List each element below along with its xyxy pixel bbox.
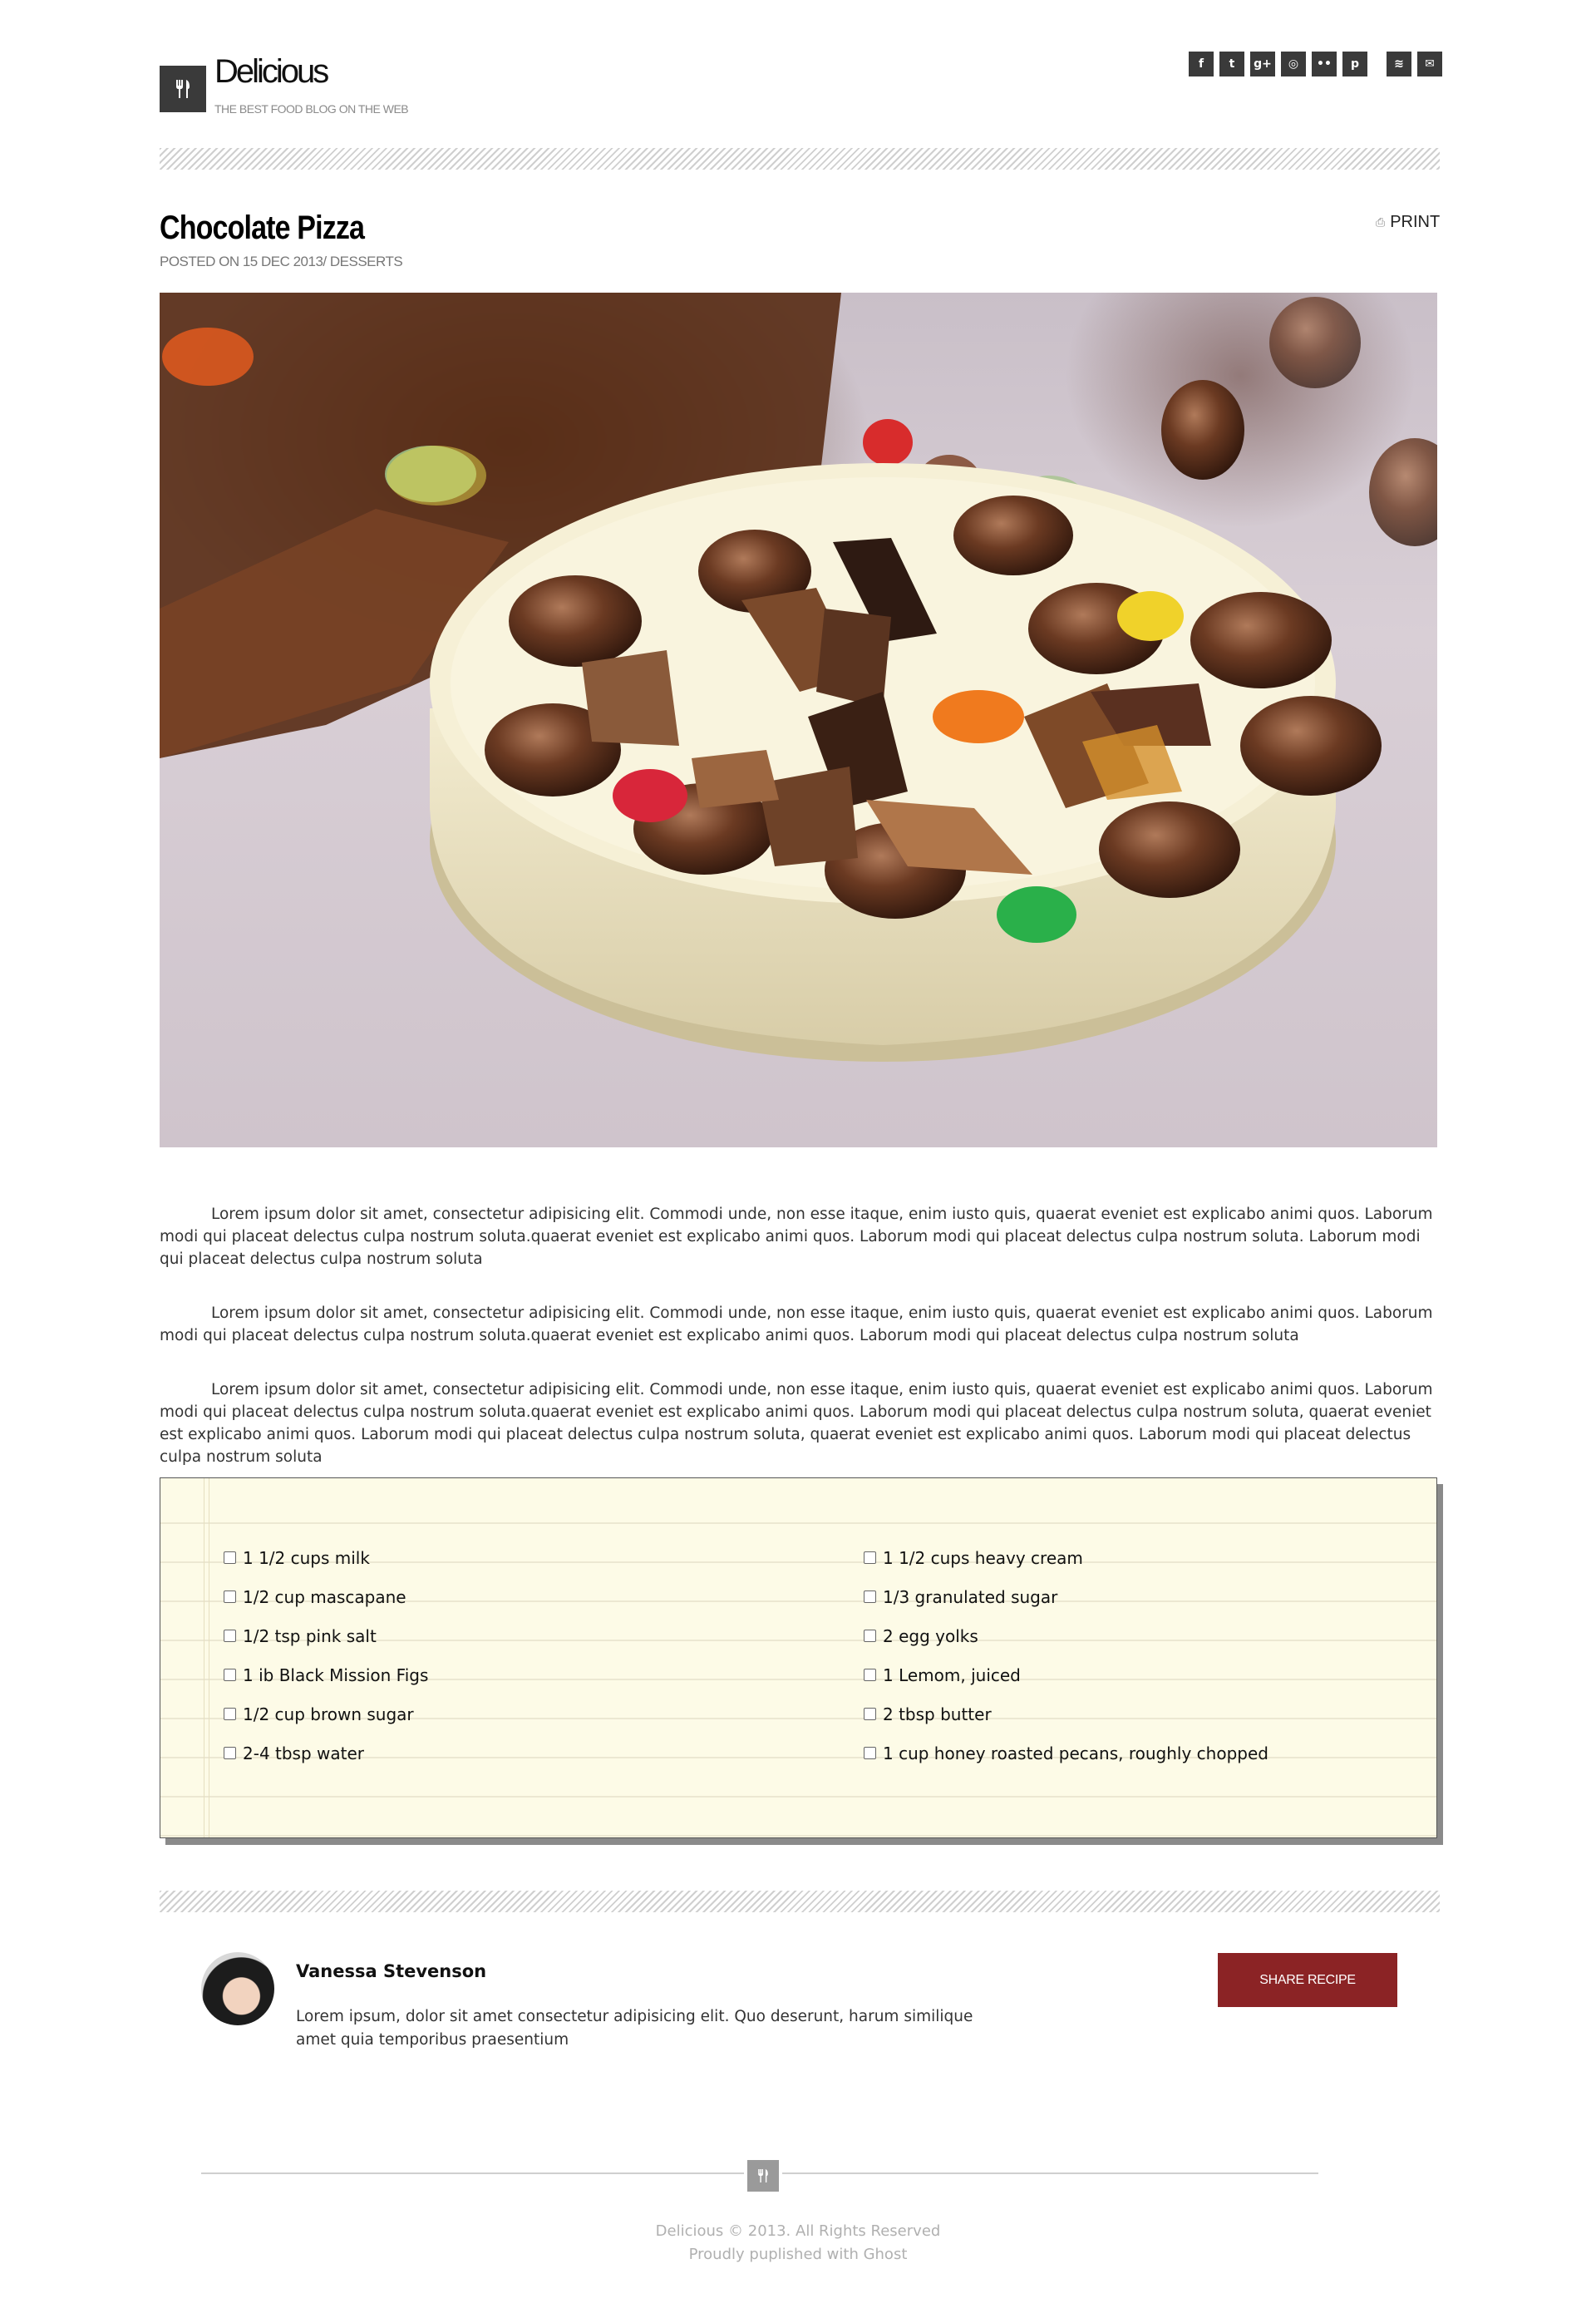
ingredient-item[interactable]: 2 egg yolks xyxy=(864,1616,1268,1655)
google-plus-icon[interactable]: g+ xyxy=(1250,52,1275,76)
post-meta: POSTED ON 15 DEC 2013/ DESSERTS xyxy=(160,254,403,269)
ingredient-label: 1/2 tsp pink salt xyxy=(243,1625,377,1646)
checkbox[interactable] xyxy=(224,1551,236,1564)
ingredients-left-column: 1 1/2 cups milk 1/2 cup mascapane 1/2 ts… xyxy=(224,1538,428,1773)
site-tagline: THE BEST FOOD BLOG ON THE WEB xyxy=(214,102,409,116)
ingredient-item[interactable]: 1 ib Black Mission Figs xyxy=(224,1655,428,1694)
post-paragraph: Lorem ipsum dolor sit amet, consectetur … xyxy=(160,1304,1433,1344)
post-title: Chocolate Pizza xyxy=(160,210,365,246)
ingredient-label: 1 1/2 cups heavy cream xyxy=(883,1547,1083,1568)
footer-copyright: Delicious © 2013. All Rights Reserved xyxy=(655,2222,941,2240)
ingredient-label: 1/2 cup brown sugar xyxy=(243,1704,414,1724)
ingredient-label: 1/2 cup mascapane xyxy=(243,1586,406,1607)
avatar xyxy=(201,1952,274,2025)
utensils-icon xyxy=(758,2169,768,2182)
checkbox[interactable] xyxy=(224,1630,236,1642)
author-name: Vanessa Stevenson xyxy=(296,1961,487,1981)
notepad-margin xyxy=(204,1478,209,1837)
rss-icon[interactable]: ≋ xyxy=(1387,52,1411,76)
ingredient-label: 1 1/2 cups milk xyxy=(243,1547,370,1568)
post-paragraph: Lorem ipsum dolor sit amet, consectetur … xyxy=(160,1206,1433,1268)
ingredient-label: 1/3 granulated sugar xyxy=(883,1586,1058,1607)
printer-icon: ⎙ xyxy=(1376,215,1386,229)
pinterest-icon[interactable]: p xyxy=(1342,52,1367,76)
header-divider xyxy=(160,148,1440,170)
ingredient-label: 1 cup honey roasted pecans, roughly chop… xyxy=(883,1743,1268,1763)
chocolate-pizza-photo xyxy=(160,293,1437,1062)
ingredient-label: 2-4 tbsp water xyxy=(243,1743,365,1763)
checkbox[interactable] xyxy=(224,1590,236,1603)
ingredient-item[interactable]: 1 cup honey roasted pecans, roughly chop… xyxy=(864,1734,1268,1773)
post-paragraph: Lorem ipsum dolor sit amet, consectetur … xyxy=(160,1381,1433,1466)
checkbox[interactable] xyxy=(864,1669,876,1681)
checkbox[interactable] xyxy=(224,1708,236,1720)
social-spacer xyxy=(1373,52,1387,76)
twitter-icon[interactable]: t xyxy=(1219,52,1244,76)
ingredients-right-column: 1 1/2 cups heavy cream 1/3 granulated su… xyxy=(864,1538,1268,1773)
checkbox[interactable] xyxy=(864,1590,876,1603)
site-logo[interactable] xyxy=(160,66,206,112)
checkbox[interactable] xyxy=(864,1708,876,1720)
share-recipe-button[interactable]: SHARE RECIPE xyxy=(1218,1953,1397,2007)
content-divider xyxy=(160,1891,1440,1912)
ingredient-item[interactable]: 1/2 cup mascapane xyxy=(224,1577,428,1616)
footer-credit: Proudly puplished with Ghost xyxy=(688,2246,908,2263)
flickr-icon[interactable]: •• xyxy=(1312,52,1337,76)
facebook-icon[interactable]: f xyxy=(1189,52,1214,76)
checkbox[interactable] xyxy=(224,1669,236,1681)
checkbox[interactable] xyxy=(864,1630,876,1642)
site-title[interactable]: Delicious xyxy=(214,53,329,91)
author-bio: Lorem ipsum, dolor sit amet consectetur … xyxy=(296,2008,973,2049)
ingredient-item[interactable]: 1/2 tsp pink salt xyxy=(224,1616,428,1655)
instagram-icon[interactable]: ◎ xyxy=(1281,52,1306,76)
ingredient-label: 1 ib Black Mission Figs xyxy=(243,1664,429,1685)
ingredient-item[interactable]: 1 1/2 cups heavy cream xyxy=(864,1538,1268,1577)
ingredient-item[interactable]: 2-4 tbsp water xyxy=(224,1734,428,1773)
utensils-icon xyxy=(176,80,190,98)
print-button[interactable]: ⎙ PRINT xyxy=(1376,213,1440,232)
ingredient-item[interactable]: 1/2 cup brown sugar xyxy=(224,1694,428,1734)
ingredient-item[interactable]: 2 tbsp butter xyxy=(864,1694,1268,1734)
social-links: f t g+ ◎ •• p ≋ ✉ xyxy=(1189,52,1448,76)
ingredient-label: 2 tbsp butter xyxy=(883,1704,992,1724)
ingredients-card: 1 1/2 cups milk 1/2 cup mascapane 1/2 ts… xyxy=(160,1477,1437,1838)
ingredient-item[interactable]: 1 1/2 cups milk xyxy=(224,1538,428,1577)
print-label: PRINT xyxy=(1390,213,1441,231)
checkbox[interactable] xyxy=(864,1747,876,1759)
footer-logo[interactable] xyxy=(744,2157,782,2195)
ingredient-label: 2 egg yolks xyxy=(883,1625,978,1646)
checkbox[interactable] xyxy=(224,1747,236,1759)
footer-text: Delicious © 2013. All Rights Reserved Pr… xyxy=(0,2220,1596,2266)
hero-image xyxy=(160,293,1437,1147)
mail-icon[interactable]: ✉ xyxy=(1417,52,1442,76)
checkbox[interactable] xyxy=(864,1551,876,1564)
ingredient-label: 1 Lemom, juiced xyxy=(883,1664,1021,1685)
ingredient-item[interactable]: 1/3 granulated sugar xyxy=(864,1577,1268,1616)
ingredient-item[interactable]: 1 Lemom, juiced xyxy=(864,1655,1268,1694)
